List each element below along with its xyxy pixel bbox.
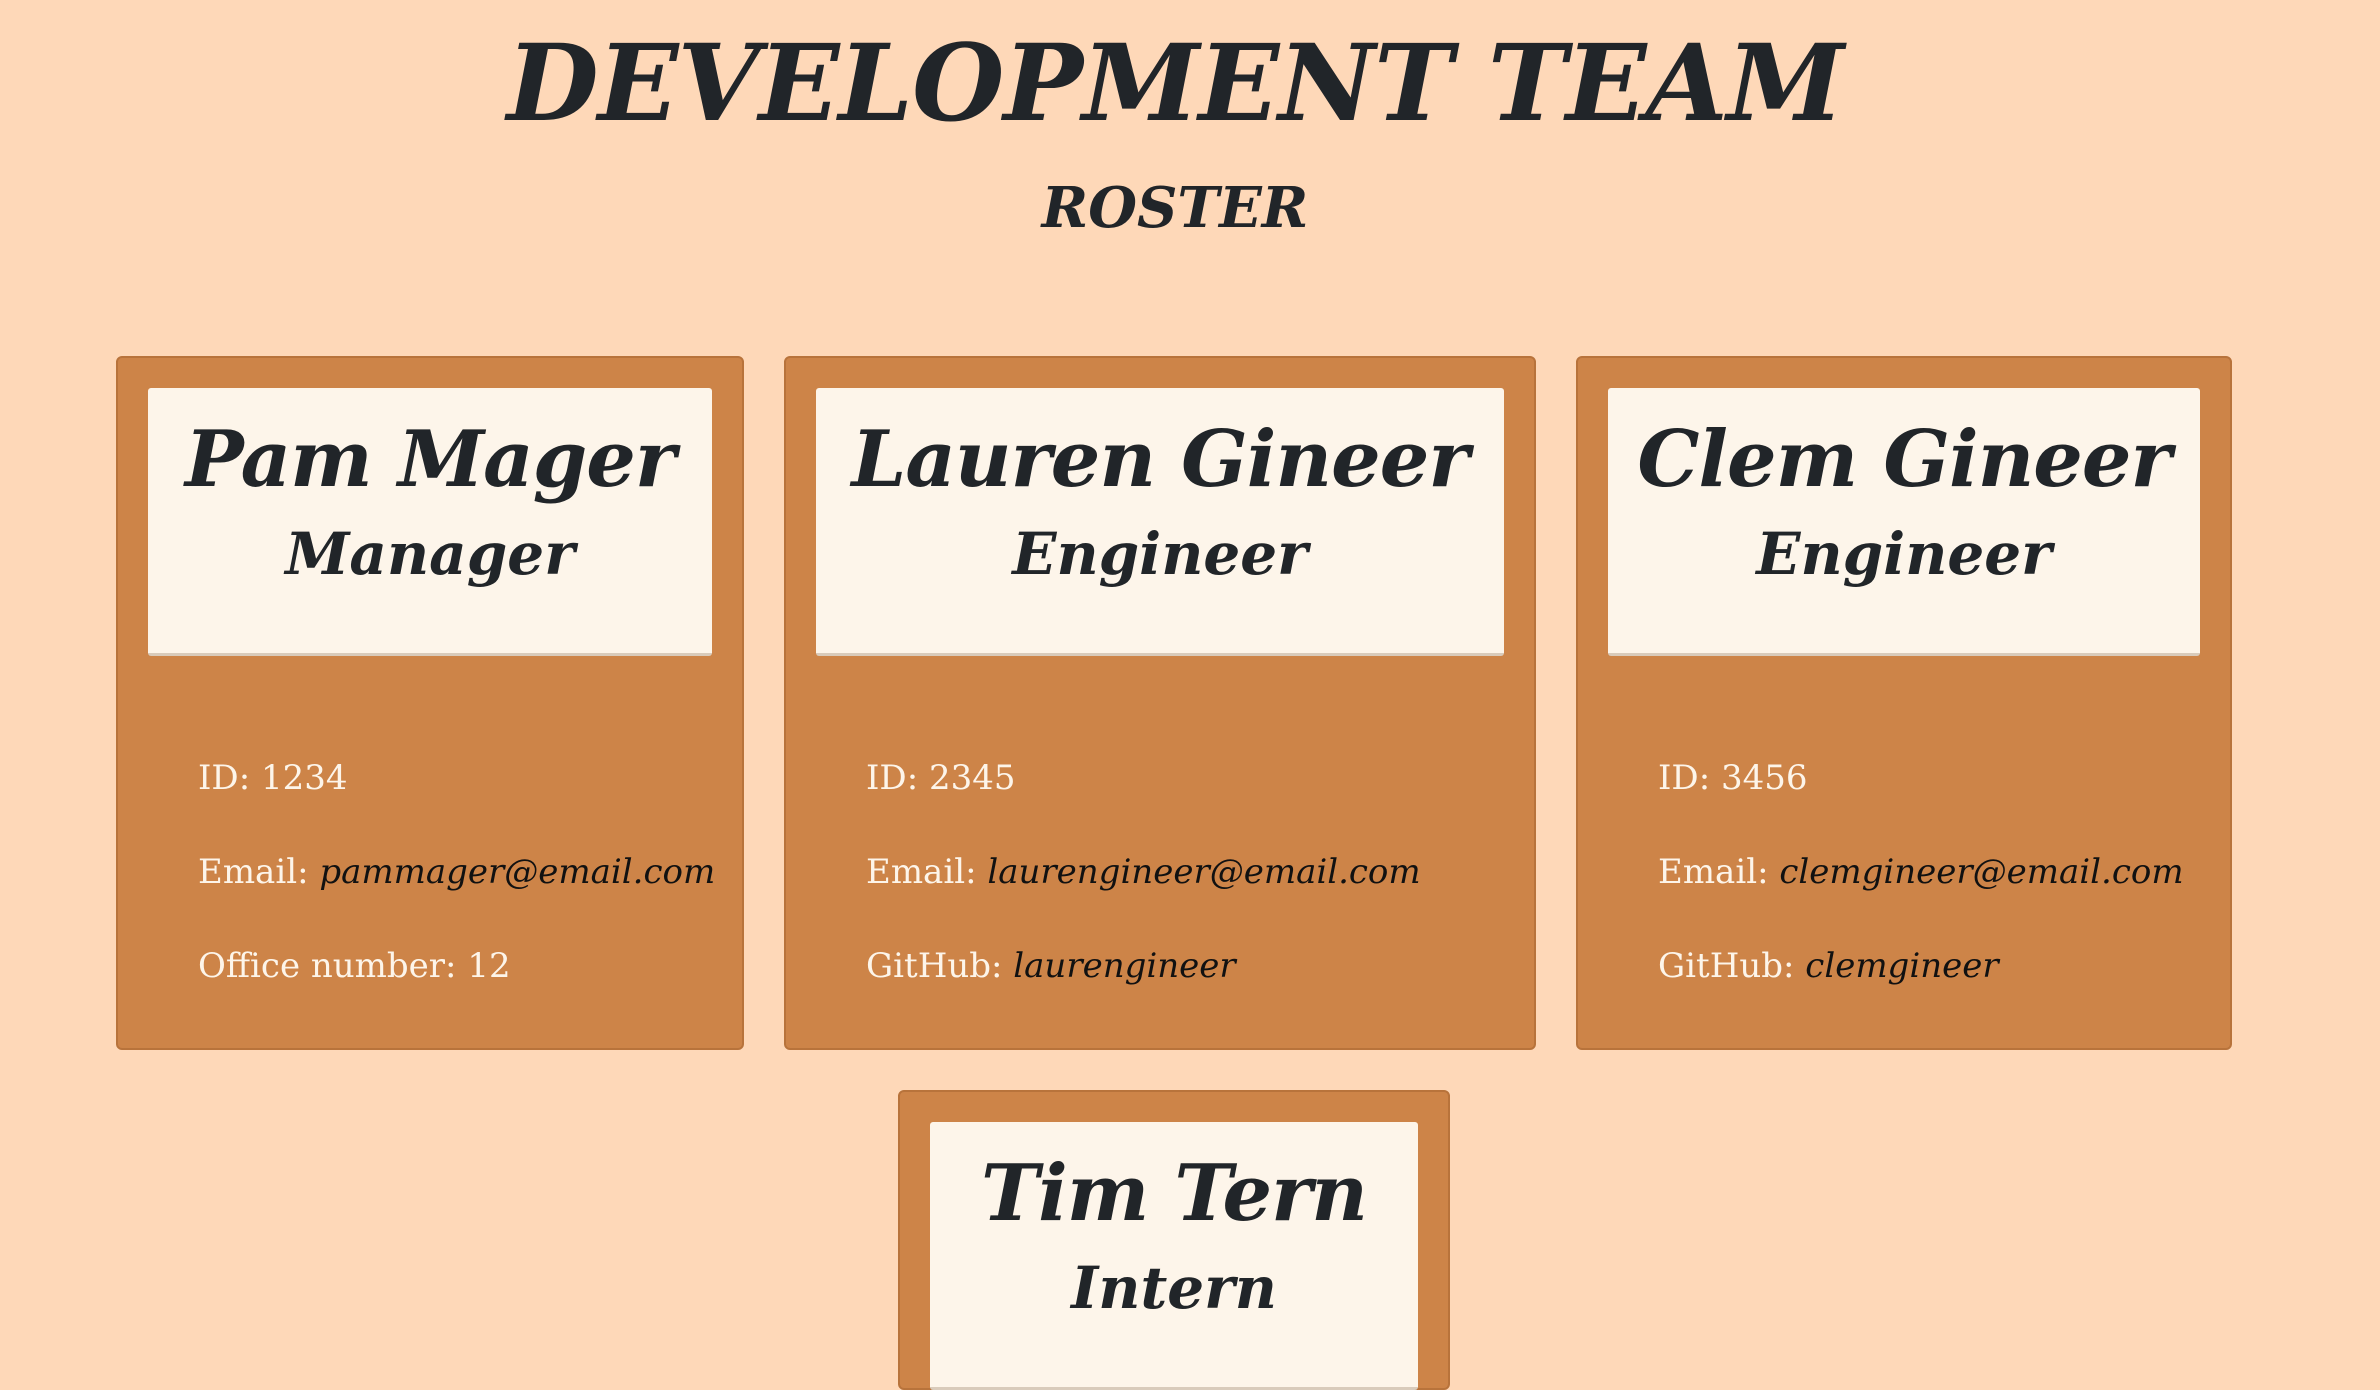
github-link[interactable]: clemgineer [1805, 946, 1998, 986]
email-label: Email: [866, 852, 977, 892]
page-subtitle: ROSTER [1041, 175, 1309, 241]
employee-office-number: Office number: 12 [198, 946, 722, 1040]
id-value: 2345 [928, 758, 1016, 798]
employee-email: Email: laurengineer@email.com [866, 852, 1514, 946]
office-number-value: 12 [467, 946, 511, 986]
employee-name: Lauren Gineer [851, 414, 1470, 505]
card-body: ID: 3456 Email: clemgineer@email.com Git… [1658, 758, 2210, 1040]
employee-id: ID: 3456 [1658, 758, 2210, 852]
employee-github: GitHub: laurengineer [866, 946, 1514, 1040]
id-label: ID: [866, 758, 919, 798]
card-body: ID: 2345 Email: laurengineer@email.com G… [866, 758, 1514, 1040]
email-link[interactable]: pammager@email.com [319, 852, 715, 892]
employee-card-engineer: Lauren Gineer Engineer ID: 2345 Email: l… [784, 356, 1536, 1050]
employee-role: Manager [285, 520, 575, 588]
github-link[interactable]: laurengineer [1013, 946, 1235, 986]
employee-name: Tim Tern [981, 1148, 1368, 1239]
github-label: GitHub: [866, 946, 1003, 986]
office-number-label: Office number: [198, 946, 457, 986]
employee-card-manager: Pam Mager Manager ID: 1234 Email: pammag… [116, 356, 744, 1050]
employee-name: Pam Mager [185, 414, 676, 505]
email-link[interactable]: clemgineer@email.com [1779, 852, 2183, 892]
employee-github: GitHub: clemgineer [1658, 946, 2210, 1040]
card-body: ID: 1234 Email: pammager@email.com Offic… [198, 758, 722, 1040]
email-label: Email: [198, 852, 309, 892]
employee-card-engineer: Clem Gineer Engineer ID: 3456 Email: cle… [1576, 356, 2232, 1050]
card-header: Tim Tern Intern [930, 1122, 1418, 1390]
employee-role: Engineer [1012, 520, 1308, 588]
email-link[interactable]: laurengineer@email.com [987, 852, 1420, 892]
page-title: DEVELOPMENT TEAM [506, 20, 1844, 145]
id-value: 1234 [260, 758, 348, 798]
employee-email: Email: pammager@email.com [198, 852, 722, 946]
employee-role: Intern [1071, 1254, 1277, 1322]
card-header: Lauren Gineer Engineer [816, 388, 1504, 656]
card-header: Clem Gineer Engineer [1608, 388, 2200, 656]
employee-role: Engineer [1756, 520, 2052, 588]
employee-id: ID: 1234 [198, 758, 722, 852]
card-header: Pam Mager Manager [148, 388, 712, 656]
employee-email: Email: clemgineer@email.com [1658, 852, 2210, 946]
employee-id: ID: 2345 [866, 758, 1514, 852]
github-label: GitHub: [1658, 946, 1795, 986]
id-label: ID: [198, 758, 251, 798]
id-value: 3456 [1720, 758, 1808, 798]
email-label: Email: [1658, 852, 1769, 892]
id-label: ID: [1658, 758, 1711, 798]
employee-card-intern: Tim Tern Intern [898, 1090, 1450, 1390]
employee-name: Clem Gineer [1637, 414, 2171, 505]
